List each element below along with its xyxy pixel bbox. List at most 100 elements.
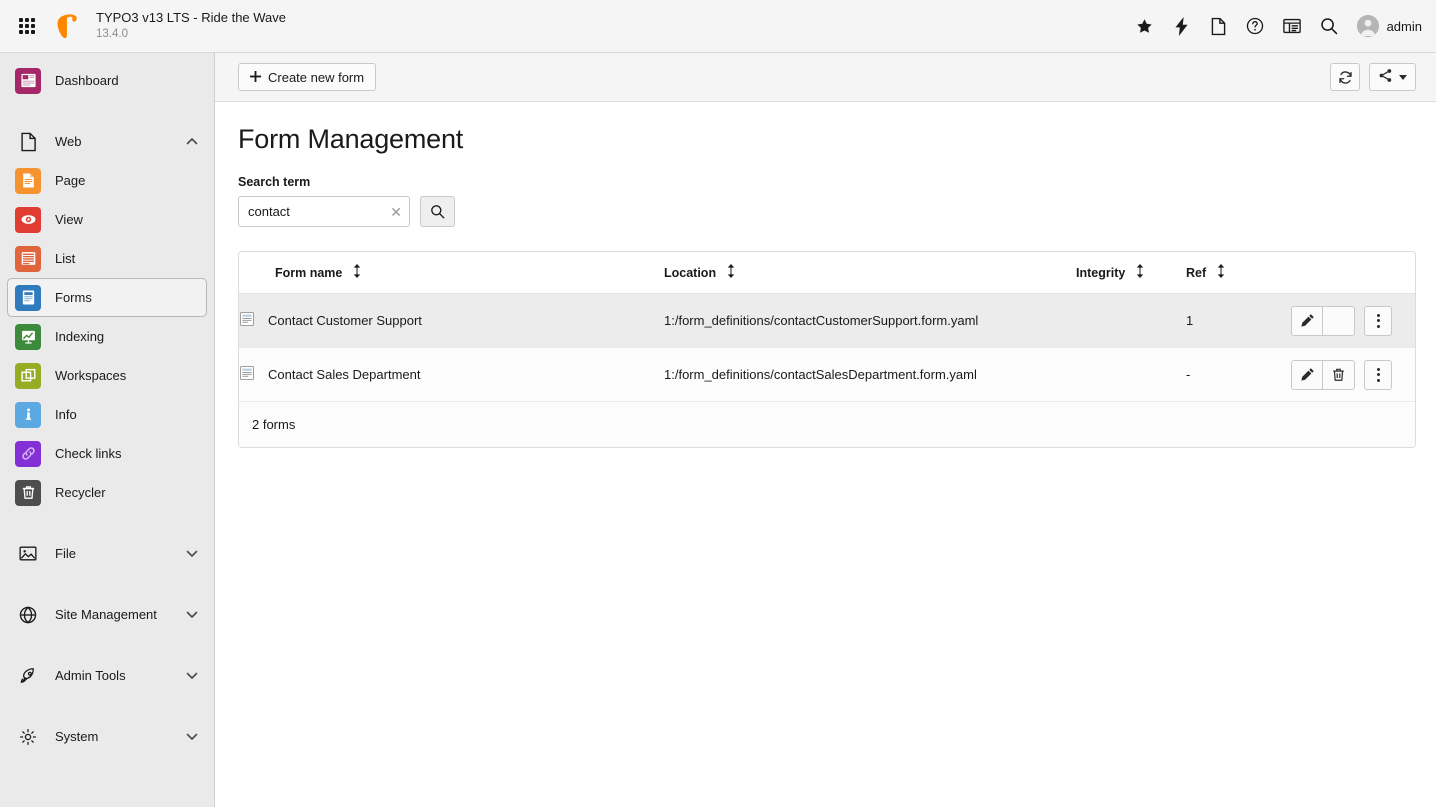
column-label: Integrity <box>1076 266 1126 280</box>
share-menu-button[interactable] <box>1369 63 1416 91</box>
chevron-down-icon <box>186 732 198 741</box>
user-menu[interactable]: admin <box>1348 15 1422 37</box>
page-outline-icon <box>15 129 41 155</box>
gear-icon <box>15 724 41 750</box>
page-title: Form Management <box>238 124 464 154</box>
search-input[interactable] <box>239 197 409 226</box>
brand-title-block: TYPO3 v13 LTS - Ride the Wave 13.4.0 <box>96 10 286 41</box>
search-icon[interactable] <box>1311 6 1348 46</box>
create-new-form-button[interactable]: Create new form <box>238 63 377 91</box>
rocket-icon <box>15 663 41 689</box>
refresh-icon[interactable] <box>1330 63 1360 91</box>
sidebar-item-dashboard[interactable]: Dashboard <box>7 61 207 100</box>
table-header-row: Form name Location Integrity Ref <box>239 252 1415 294</box>
cell-location: 1:/form_definitions/contactSalesDepartme… <box>664 347 1076 402</box>
sidebar-item-label: View <box>55 212 83 227</box>
sidebar-item-info[interactable]: Info <box>7 395 207 434</box>
share-icon <box>1378 68 1393 86</box>
topbar-right: admin <box>1126 6 1422 46</box>
edit-form-button[interactable] <box>1291 359 1323 390</box>
docheader-right <box>1330 63 1416 91</box>
column-label: Location <box>664 266 717 280</box>
typo3-logo-icon[interactable] <box>50 9 84 43</box>
sidebar: Dashboard Web Page View List Forms Indexing Wor… <box>0 53 215 807</box>
table-row: Contact Customer Support 1:/form_definiti… <box>239 293 1415 348</box>
form-name-label[interactable]: Contact Sales Department <box>268 367 420 382</box>
clear-x-icon[interactable]: ✕ <box>390 205 402 219</box>
search-form: ✕ <box>238 196 1413 227</box>
recycler-trash-icon <box>15 479 41 506</box>
search-input-wrapper: ✕ <box>238 196 410 227</box>
sidebar-item-indexing[interactable]: Indexing <box>7 317 207 356</box>
page-icon <box>15 167 41 194</box>
flash-bolt-icon[interactable] <box>1163 6 1200 46</box>
column-header-form-name[interactable]: Form name <box>239 252 664 294</box>
sidebar-item-system[interactable]: System <box>7 717 207 756</box>
list-records-icon[interactable] <box>1274 6 1311 46</box>
brand-title: TYPO3 v13 LTS - Ride the Wave <box>96 10 287 26</box>
sidebar-item-label: Forms <box>55 290 92 305</box>
chevron-down-icon <box>1399 74 1407 80</box>
main-area: Create new form Form Management Search t… <box>215 53 1436 807</box>
globe-icon <box>15 602 41 628</box>
column-header-location[interactable]: Location <box>664 252 1076 294</box>
search-submit-button[interactable] <box>420 196 455 227</box>
sort-updown-icon <box>727 264 735 281</box>
sidebar-item-label: Indexing <box>55 329 105 344</box>
row-action-group <box>1291 305 1355 336</box>
sidebar-item-label: Workspaces <box>55 368 127 383</box>
column-header-ref[interactable]: Ref <box>1186 252 1291 294</box>
body: Dashboard Web Page View List Forms Indexing Wor… <box>0 53 1436 807</box>
sidebar-item-web[interactable]: Web <box>7 122 207 161</box>
column-header-integrity[interactable]: Integrity <box>1076 252 1186 294</box>
module-content: Form Management Search term ✕ <box>215 102 1436 807</box>
waffle-grid-icon[interactable] <box>10 9 44 43</box>
cell-ref: 1 <box>1186 293 1291 348</box>
sidebar-item-label: Info <box>55 407 77 422</box>
column-label: Ref <box>1186 266 1207 280</box>
sidebar-item-forms[interactable]: Forms <box>7 278 207 317</box>
chevron-down-icon <box>186 671 198 680</box>
sidebar-item-workspaces[interactable]: Workspaces <box>7 356 207 395</box>
sidebar-item-label: Recycler <box>55 485 106 500</box>
sidebar-item-label: Dashboard <box>55 73 119 88</box>
info-icon <box>15 401 41 428</box>
new-document-icon[interactable] <box>1200 6 1237 46</box>
cell-form-name: Contact Customer Support <box>239 293 664 348</box>
delete-form-button[interactable] <box>1323 359 1355 390</box>
form-name-label[interactable]: Contact Customer Support <box>268 313 422 328</box>
chevron-up-icon <box>186 137 198 146</box>
cell-location: 1:/form_definitions/contactCustomerSuppo… <box>664 293 1076 348</box>
sidebar-item-label: Admin Tools <box>55 668 126 683</box>
sidebar-item-list[interactable]: List <box>7 239 207 278</box>
cell-actions <box>1291 347 1415 402</box>
topbar-left: TYPO3 v13 LTS - Ride the Wave 13.4.0 <box>10 9 286 43</box>
edit-form-button[interactable] <box>1291 305 1323 336</box>
sidebar-item-label: Site Management <box>55 607 157 622</box>
sidebar-item-recycler[interactable]: Recycler <box>7 473 207 512</box>
sidebar-item-check-links[interactable]: Check links <box>7 434 207 473</box>
sidebar-item-admin-tools[interactable]: Admin Tools <box>7 656 207 695</box>
forms-table-body: Contact Customer Support 1:/form_definiti… <box>239 293 1415 402</box>
sort-updown-icon <box>1136 264 1144 281</box>
sidebar-item-file[interactable]: File <box>7 534 207 573</box>
workspaces-icon <box>15 362 41 389</box>
sidebar-item-label: Page <box>55 173 86 188</box>
cell-form-name: Contact Sales Department <box>239 347 664 402</box>
more-vertical-icon[interactable] <box>1364 305 1392 336</box>
sidebar-item-page[interactable]: Page <box>7 161 207 200</box>
column-header-actions <box>1291 252 1415 294</box>
brand-version: 13.4.0 <box>96 27 128 40</box>
form-document-icon <box>239 365 255 384</box>
sidebar-item-site-management[interactable]: Site Management <box>7 595 207 634</box>
forms-icon <box>15 284 41 311</box>
more-vertical-icon[interactable] <box>1364 359 1392 390</box>
help-question-icon[interactable] <box>1237 6 1274 46</box>
create-new-form-label: Create new form <box>268 69 365 85</box>
check-links-icon <box>15 440 41 467</box>
sidebar-item-view[interactable]: View <box>7 200 207 239</box>
bookmarks-star-icon[interactable] <box>1126 6 1163 46</box>
forms-table: Form name Location Integrity Ref Contact… <box>239 252 1415 402</box>
